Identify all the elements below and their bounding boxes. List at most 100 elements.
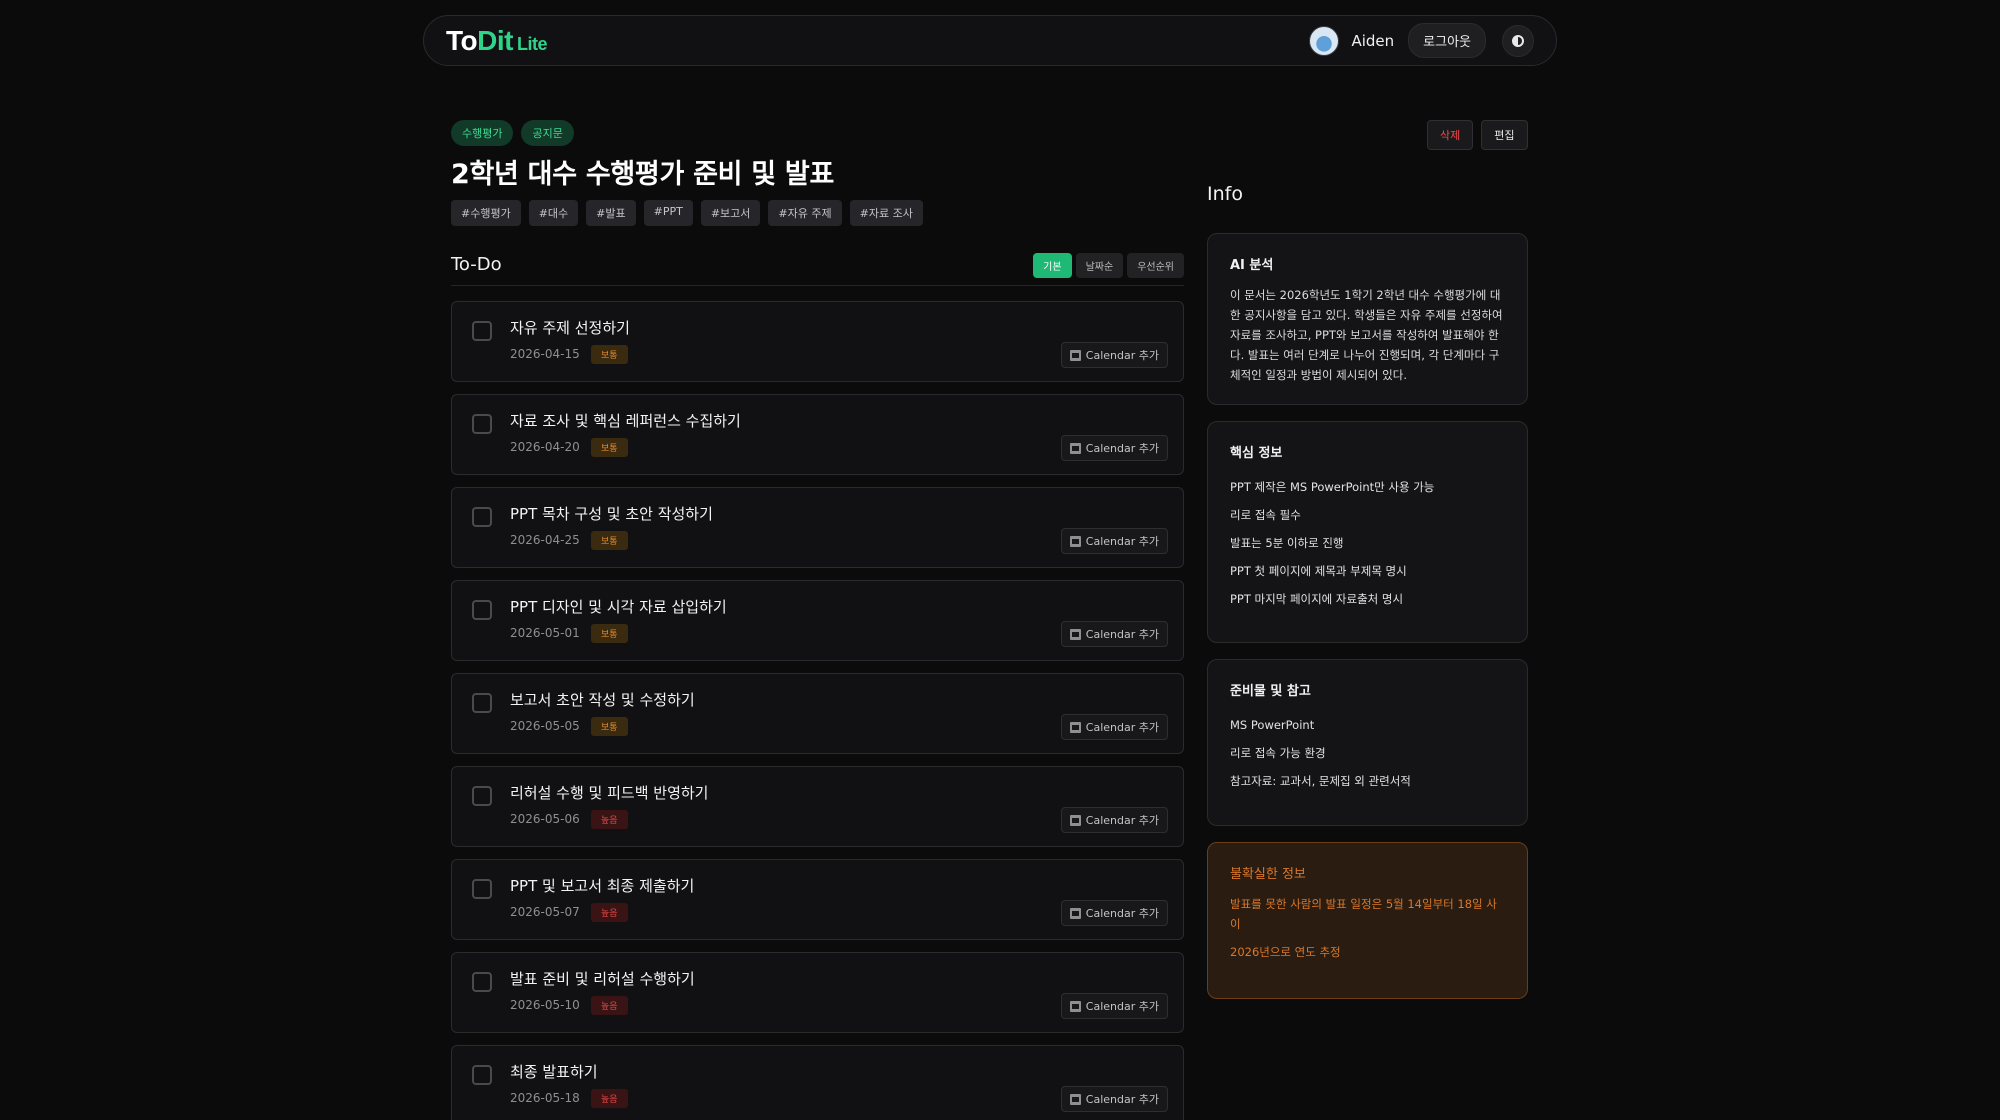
todo-checkbox[interactable] <box>472 786 492 806</box>
add-calendar-button[interactable]: Calendar 추가 <box>1060 342 1168 368</box>
theme-toggle-button[interactable] <box>1502 24 1534 57</box>
ai-analysis-heading: AI 분석 <box>1230 258 1274 273</box>
todo-title: 발표 준비 및 리허설 수행하기 <box>510 970 695 988</box>
ai-analysis-text: 이 문서는 2026학년도 1학기 2학년 대수 수행평가에 대한 공지사항을 … <box>1230 288 1503 382</box>
todo-checkbox[interactable] <box>472 972 492 992</box>
calendar-icon <box>1069 628 1081 640</box>
todo-date: 2026-05-10 <box>510 998 580 1012</box>
todo-item: PPT 및 보고서 최종 제출하기 2026-05-07 높음 Calendar… <box>451 859 1184 940</box>
todo-item: 보고서 초안 작성 및 수정하기 2026-05-05 보통 Calendar … <box>451 673 1184 754</box>
key-info-heading: 핵심 정보 <box>1230 446 1283 461</box>
todo-title: 자유 주제 선정하기 <box>510 319 630 337</box>
todo-date: 2026-05-05 <box>510 719 580 733</box>
uncertain-info-item: 발표를 못한 사람의 발표 일정은 5월 14일부터 18일 사이 <box>1230 897 1497 931</box>
hashtag[interactable]: #발표 <box>586 200 636 226</box>
todo-checkbox[interactable] <box>472 1065 492 1085</box>
todo-date: 2026-05-06 <box>510 812 580 826</box>
ai-analysis-panel: AI 분석 이 문서는 2026학년도 1학기 2학년 대수 수행평가에 대한 … <box>1207 233 1528 405</box>
add-calendar-button[interactable]: Calendar 추가 <box>1060 1086 1168 1112</box>
todo-item: 최종 발표하기 2026-05-18 높음 Calendar 추가 <box>451 1045 1184 1120</box>
key-info-item: PPT 첫 페이지에 제목과 부제목 명시 <box>1230 564 1407 578</box>
hashtag-list: #수행평가 #대수 #발표 #PPT #보고서 #자유 주제 #자료 조사 <box>451 200 923 226</box>
calendar-label: Calendar 추가 <box>1085 349 1159 362</box>
logout-button[interactable]: 로그아웃 <box>1408 23 1486 58</box>
sort-priority-button[interactable]: 우선순위 <box>1127 253 1184 278</box>
prep-item: 리로 접속 가능 환경 <box>1230 746 1326 760</box>
key-info-item: 발표는 5분 이하로 진행 <box>1230 536 1344 550</box>
hashtag[interactable]: #자유 주제 <box>768 200 842 226</box>
top-bar: To Dit Lite Aiden 로그아웃 <box>423 15 1557 66</box>
key-info-item: PPT 마지막 페이지에 자료출처 명시 <box>1230 592 1404 606</box>
calendar-label: Calendar 추가 <box>1085 1000 1159 1013</box>
todo-date: 2026-04-20 <box>510 440 580 454</box>
todo-item: 자료 조사 및 핵심 레퍼런스 수집하기 2026-04-20 보통 Calen… <box>451 394 1184 475</box>
prep-item: MS PowerPoint <box>1230 718 1315 732</box>
add-calendar-button[interactable]: Calendar 추가 <box>1060 435 1168 461</box>
uncertain-info-panel: 불확실한 정보 발표를 못한 사람의 발표 일정은 5월 14일부터 18일 사… <box>1207 842 1528 999</box>
todo-header: To-Do 기본 날짜순 우선순위 <box>451 250 1184 286</box>
hashtag[interactable]: #수행평가 <box>451 200 521 226</box>
hashtag[interactable]: #보고서 <box>700 200 761 226</box>
todo-date: 2026-05-07 <box>510 905 580 919</box>
todo-heading: To-Do <box>451 254 502 275</box>
sort-default-button[interactable]: 기본 <box>1033 253 1072 278</box>
add-calendar-button[interactable]: Calendar 추가 <box>1060 528 1168 554</box>
todo-item: 발표 준비 및 리허설 수행하기 2026-05-10 높음 Calendar … <box>451 952 1184 1033</box>
category-chip[interactable]: 공지문 <box>521 120 574 146</box>
calendar-icon <box>1069 907 1081 919</box>
add-calendar-button[interactable]: Calendar 추가 <box>1060 993 1168 1019</box>
sort-options: 기본 날짜순 우선순위 <box>1033 253 1184 278</box>
todo-checkbox[interactable] <box>472 507 492 527</box>
calendar-icon <box>1069 721 1081 733</box>
prep-panel: 준비물 및 참고 MS PowerPoint 리로 접속 가능 환경 참고자료:… <box>1207 659 1528 826</box>
todo-title: PPT 목차 구성 및 초안 작성하기 <box>510 505 713 523</box>
delete-button[interactable]: 삭제 <box>1427 120 1474 150</box>
priority-badge: 높음 <box>591 903 628 922</box>
calendar-icon <box>1069 535 1081 547</box>
avatar[interactable] <box>1309 25 1340 56</box>
hashtag[interactable]: #PPT <box>643 200 693 226</box>
todo-date: 2026-05-01 <box>510 626 580 640</box>
calendar-icon <box>1069 349 1081 361</box>
edit-button[interactable]: 편집 <box>1481 120 1528 150</box>
todo-title: 리허설 수행 및 피드백 반영하기 <box>510 784 709 802</box>
todo-item: 자유 주제 선정하기 2026-04-15 보통 Calendar 추가 <box>451 301 1184 382</box>
category-chip[interactable]: 수행평가 <box>451 120 514 146</box>
todo-checkbox[interactable] <box>472 600 492 620</box>
calendar-label: Calendar 추가 <box>1085 721 1159 734</box>
todo-title: PPT 및 보고서 최종 제출하기 <box>510 877 695 895</box>
priority-badge: 높음 <box>591 1089 628 1108</box>
todo-checkbox[interactable] <box>472 693 492 713</box>
add-calendar-button[interactable]: Calendar 추가 <box>1060 714 1168 740</box>
priority-badge: 보통 <box>591 531 628 550</box>
add-calendar-button[interactable]: Calendar 추가 <box>1060 807 1168 833</box>
todo-checkbox[interactable] <box>472 414 492 434</box>
todo-date: 2026-04-25 <box>510 533 580 547</box>
hashtag[interactable]: #대수 <box>528 200 579 226</box>
uncertain-info-heading: 불확실한 정보 <box>1230 867 1306 882</box>
logo-dit: Dit <box>477 24 513 56</box>
key-info-item: 리로 접속 필수 <box>1230 508 1301 522</box>
todo-title: 자료 조사 및 핵심 레퍼런스 수집하기 <box>510 412 741 430</box>
calendar-label: Calendar 추가 <box>1085 907 1159 920</box>
sort-date-button[interactable]: 날짜순 <box>1075 253 1124 278</box>
todo-item: PPT 디자인 및 시각 자료 삽입하기 2026-05-01 보통 Calen… <box>451 580 1184 661</box>
todo-checkbox[interactable] <box>472 879 492 899</box>
hashtag[interactable]: #자료 조사 <box>849 200 923 226</box>
app-logo[interactable]: To Dit Lite <box>446 25 547 57</box>
page-title: 2학년 대수 수행평가 준비 및 발표 <box>451 159 835 190</box>
priority-badge: 보통 <box>591 717 628 736</box>
todo-item: 리허설 수행 및 피드백 반영하기 2026-05-06 높음 Calendar… <box>451 766 1184 847</box>
calendar-icon <box>1069 1000 1081 1012</box>
info-heading: Info <box>1207 183 1243 205</box>
todo-title: 보고서 초안 작성 및 수정하기 <box>510 691 695 709</box>
add-calendar-button[interactable]: Calendar 추가 <box>1060 621 1168 647</box>
key-info-panel: 핵심 정보 PPT 제작은 MS PowerPoint만 사용 가능 리로 접속… <box>1207 421 1528 643</box>
todo-checkbox[interactable] <box>472 321 492 341</box>
add-calendar-button[interactable]: Calendar 추가 <box>1060 900 1168 926</box>
priority-badge: 보통 <box>591 624 628 643</box>
prep-item: 참고자료: 교과서, 문제집 외 관련서적 <box>1230 774 1411 788</box>
prep-heading: 준비물 및 참고 <box>1230 684 1311 699</box>
calendar-label: Calendar 추가 <box>1085 535 1159 548</box>
key-info-item: PPT 제작은 MS PowerPoint만 사용 가능 <box>1230 480 1435 494</box>
